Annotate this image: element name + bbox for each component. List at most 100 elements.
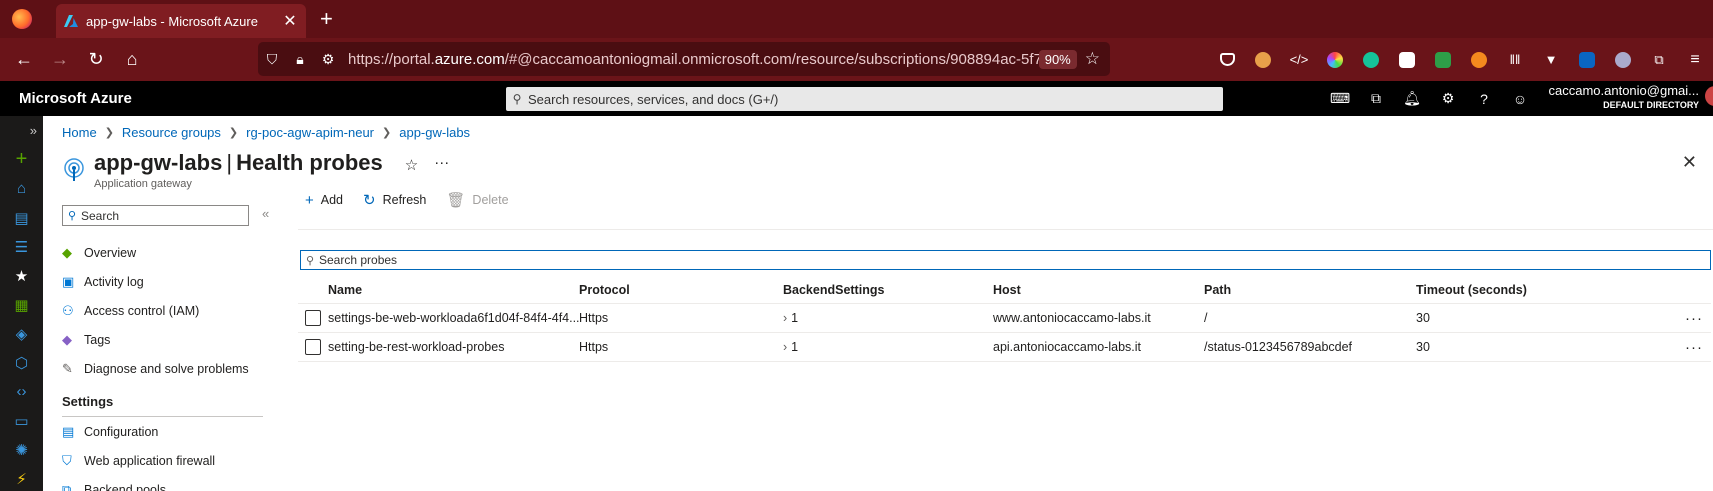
cosmos-db-icon[interactable]: ✺ [0,435,43,464]
row-checkbox[interactable] [305,339,321,355]
app-services-icon[interactable]: ⬡ [0,348,43,377]
lock-icon[interactable]: 🔒︎ [286,51,314,68]
functions-icon[interactable]: ⚡ [0,464,43,491]
menu-item-waf[interactable]: ⛉ Web application firewall [62,446,262,475]
menu-search-input[interactable]: ⚲ Search [62,205,249,226]
column-backend-settings[interactable]: BackendSettings [783,283,993,297]
table-row[interactable]: settings-be-web-workloada6f1d04f-84f4-4f… [298,304,1711,333]
dashboard-icon[interactable]: ▤ [0,203,43,232]
tag-icon: ◆ [62,331,72,347]
azure-brand[interactable]: Microsoft Azure [19,90,132,107]
global-search-input[interactable]: ⚲ Search resources, services, and docs (… [506,87,1223,111]
home-rail-icon[interactable]: ⌂ [0,174,43,203]
menu-item-backend-pools[interactable]: ⧉ Backend pools [62,475,262,491]
add-button[interactable]: + Add [305,192,343,209]
breadcrumb-resource-group[interactable]: rg-poc-agw-apim-neur [246,125,374,140]
activity-log-icon: ▣ [62,273,75,289]
wa-extension-icon[interactable] [1429,50,1457,70]
cookie-extension-icon[interactable] [1249,50,1277,70]
chevron-right-icon[interactable]: › [783,311,787,325]
column-timeout[interactable]: Timeout (seconds) [1416,283,1616,297]
breadcrumb-home[interactable]: Home [62,125,97,140]
probes-search-input[interactable]: ⚲ Search probes [300,250,1711,270]
more-options-icon[interactable]: ··· [434,154,449,171]
column-name[interactable]: Name [328,283,579,297]
bookmark-star-icon[interactable]: ☆ [1085,49,1100,69]
extensions-puzzle-icon[interactable]: ⧉ [1645,50,1673,70]
chevron-right-icon[interactable]: › [783,340,787,354]
menu-item-diagnose[interactable]: ✎ Diagnose and solve problems [62,354,262,383]
search-icon: ⚲ [305,254,315,267]
back-icon[interactable]: ← [6,42,42,78]
probe-backend-settings[interactable]: › 1 [783,340,993,354]
pocket-icon[interactable] [1213,50,1241,70]
table-row[interactable]: setting-be-rest-workload-probes Https › 1… [298,333,1711,362]
forward-icon[interactable]: → [42,42,78,78]
chevron-right-icon: ❯ [228,127,239,139]
close-tab-icon[interactable]: ✕ [282,11,298,31]
devops-icon[interactable]: ‹› [0,377,43,406]
help-icon[interactable]: ? [1466,91,1502,107]
grammarly-icon[interactable] [1357,50,1385,70]
probe-protocol: Https [579,340,609,354]
menu-item-access-control[interactable]: ⚇ Access control (IAM) [62,296,262,325]
create-resource-icon[interactable]: + [0,145,43,174]
user-directory: DEFAULT DIRECTORY [1603,100,1699,110]
orange-extension-icon[interactable] [1465,50,1493,70]
directory-filter-icon[interactable]: ⧉ [1358,90,1394,107]
column-host[interactable]: Host [993,283,1204,297]
expand-menu-icon[interactable]: » [0,116,43,145]
column-protocol[interactable]: Protocol [579,283,783,297]
favorite-star-icon[interactable]: ☆ [405,156,418,174]
account-menu[interactable]: caccamo.antonio@gmai... DEFAULT DIRECTOR… [1549,84,1700,112]
probe-name[interactable]: setting-be-rest-workload-probes [328,340,579,354]
menu-item-overview[interactable]: ◆ Overview [62,238,262,267]
row-checkbox[interactable] [305,310,321,326]
row-more-icon[interactable]: ··· [1616,310,1711,327]
reload-icon[interactable]: ↻ [78,42,114,78]
cloud-shell-icon[interactable]: ⌨ [1322,90,1358,107]
code-extension-icon[interactable]: </> [1285,50,1313,70]
browser-tab[interactable]: app-gw-labs - Microsoft Azure ✕ [56,4,306,38]
avatar[interactable] [1705,86,1713,106]
delete-button[interactable]: 🗑︎ Delete [446,191,508,209]
command-bar: + Add ↻ Refresh 🗑︎ Delete [305,187,529,213]
menu-item-configuration[interactable]: ▤ Configuration [62,417,262,446]
refresh-button[interactable]: ↻ Refresh [363,191,426,209]
probe-backend-settings[interactable]: › 1 [783,311,993,325]
linkedin-icon[interactable] [1573,50,1601,70]
notifications-bell-icon[interactable]: 🔔︎ [1394,90,1430,107]
tracking-shield-icon[interactable]: ⛉ [258,51,286,68]
close-blade-icon[interactable]: ✕ [1682,152,1697,173]
firefox-logo-icon[interactable] [12,9,32,29]
new-tab-icon[interactable]: + [320,6,333,32]
reader-extension-icon[interactable] [1393,50,1421,70]
zoom-level[interactable]: 90% [1038,49,1077,69]
row-more-icon[interactable]: ··· [1616,339,1711,356]
all-resources-icon[interactable]: ▦ [0,290,43,319]
url-bar[interactable]: ⛉ 🔒︎ ⚙ https://portal.azure.com/#@caccam… [258,42,1110,76]
breadcrumb-resource-groups[interactable]: Resource groups [122,125,221,140]
probe-name[interactable]: settings-be-web-workloada6f1d04f-84f4-4f… [328,311,579,325]
home-icon[interactable]: ⌂ [114,42,150,78]
settings-gear-icon[interactable]: ⚙ [1430,90,1466,107]
menu-item-tags[interactable]: ◆ Tags [62,325,262,354]
menu-section-settings: Settings [62,387,263,417]
menu-hamburger-icon[interactable]: ≡ [1681,50,1709,70]
vpn-extension-icon[interactable] [1609,50,1637,70]
url-text[interactable]: https://portal.azure.com/#@caccamoantoni… [342,51,1039,68]
azure-top-bar: Microsoft Azure ⚲ Search resources, serv… [0,81,1713,116]
menu-item-activity-log[interactable]: ▣ Activity log [62,267,262,296]
color-picker-icon[interactable] [1321,50,1349,70]
v-extension-icon[interactable]: ▼ [1537,50,1565,70]
feedback-icon[interactable]: ☺ [1502,91,1538,107]
collapse-menu-icon[interactable]: « [262,206,269,221]
resource-groups-icon[interactable]: ◈ [0,319,43,348]
all-services-icon[interactable]: ☰ [0,232,43,261]
column-path[interactable]: Path [1204,283,1416,297]
permissions-icon[interactable]: ⚙ [314,51,342,68]
library-icon[interactable]: ‖‖ [1501,50,1529,70]
breadcrumb-resource[interactable]: app-gw-labs [399,125,470,140]
virtual-machines-icon[interactable]: ▭ [0,406,43,435]
favorites-star-icon[interactable]: ★ [0,261,43,290]
